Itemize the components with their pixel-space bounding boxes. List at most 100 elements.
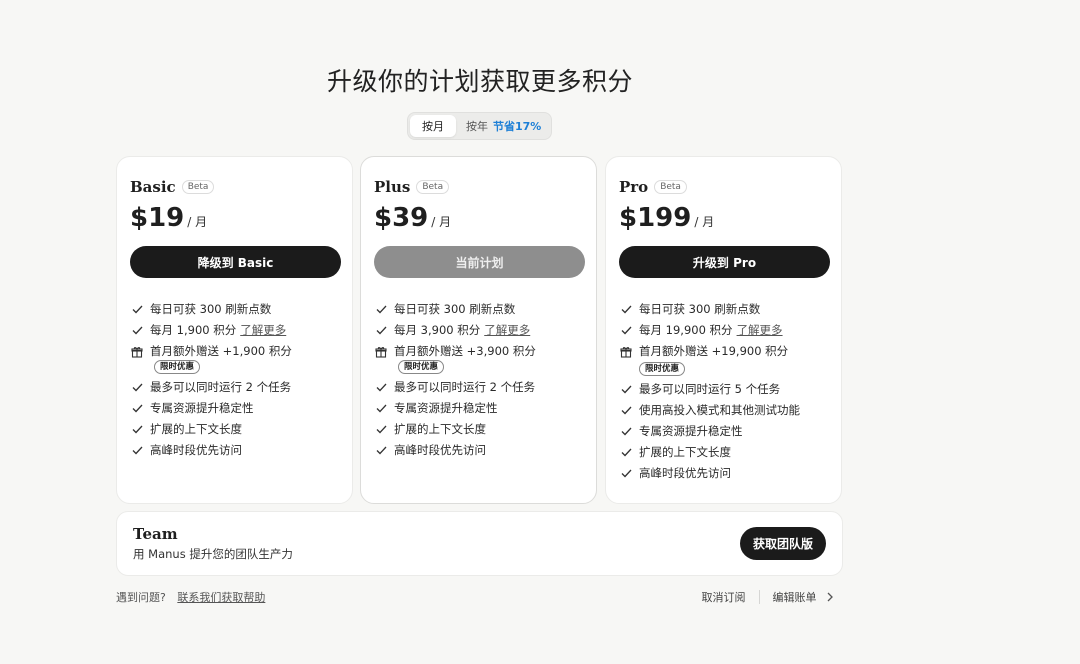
check-icon xyxy=(374,323,388,338)
current-plan-button: 当前计划 xyxy=(374,246,585,278)
feature-item: 专属资源提升稳定性 xyxy=(130,401,339,416)
check-icon xyxy=(130,443,144,458)
check-icon xyxy=(130,380,144,395)
plan-card-plus: Plus Beta $39 / 月 当前计划 每日可获 300 刷新点数 每月 3… xyxy=(360,156,597,504)
feature-label: 每月 1,900 积分 xyxy=(150,323,237,337)
feature-label: 专属资源提升稳定性 xyxy=(394,401,498,415)
feature-label: 每月 3,900 积分 xyxy=(394,323,481,337)
edit-billing-link[interactable]: 编辑账单 xyxy=(773,589,835,605)
gift-icon xyxy=(619,344,633,359)
feature-label: 每日可获 300 刷新点数 xyxy=(150,302,272,316)
feature-text: 每月 3,900 积分 了解更多 xyxy=(394,323,583,338)
feature-item: 最多可以同时运行 2 个任务 xyxy=(130,380,339,395)
beta-badge: Beta xyxy=(181,180,215,194)
check-icon xyxy=(130,323,144,338)
plan-price: $199 xyxy=(619,203,692,233)
check-icon xyxy=(374,380,388,395)
feature-text: 专属资源提升稳定性 xyxy=(394,401,583,416)
feature-item: 专属资源提升稳定性 xyxy=(374,401,583,416)
feature-label: 每日可获 300 刷新点数 xyxy=(394,302,516,316)
feature-label: 使用高投入模式和其他测试功能 xyxy=(639,403,800,417)
footer-actions: 取消订阅 编辑账单 xyxy=(702,589,835,605)
feature-text: 每日可获 300 刷新点数 xyxy=(639,302,828,317)
feature-item: 高峰时段优先访问 xyxy=(130,443,339,458)
beta-badge: Beta xyxy=(416,180,450,194)
learn-more-link[interactable]: 了解更多 xyxy=(737,323,783,337)
beta-badge: Beta xyxy=(654,180,687,194)
feature-list: 每日可获 300 刷新点数 每月 3,900 积分 了解更多 首月额外赠送 +3,90… xyxy=(374,302,583,458)
plan-card-pro: Pro Beta $199 / 月 升级到 Pro 每日可获 300 刷新点数每… xyxy=(605,156,842,504)
plan-name: Plus xyxy=(374,178,411,196)
plan-price: $39 xyxy=(374,203,429,233)
plan-name: Basic xyxy=(130,178,176,196)
feature-label: 每日可获 300 刷新点数 xyxy=(639,302,761,316)
feature-item: 使用高投入模式和其他测试功能 xyxy=(619,403,828,418)
feature-item: 首月额外赠送 +3,900 积分限时优惠 xyxy=(374,344,583,374)
page-title: 升级你的计划获取更多积分 xyxy=(326,67,633,96)
feature-text: 首月额外赠送 +1,900 积分限时优惠 xyxy=(150,344,339,374)
feature-item: 专属资源提升稳定性 xyxy=(619,424,828,439)
gift-icon xyxy=(374,344,388,359)
check-icon xyxy=(130,422,144,437)
feature-label: 扩展的上下文长度 xyxy=(639,445,731,459)
team-plan-name: Team xyxy=(133,525,178,543)
feature-item: 最多可以同时运行 5 个任务 xyxy=(619,382,828,397)
feature-text: 最多可以同时运行 5 个任务 xyxy=(639,382,828,397)
toggle-yearly[interactable]: 按年 节省17% xyxy=(456,115,541,137)
check-icon xyxy=(374,401,388,416)
feature-label: 最多可以同时运行 5 个任务 xyxy=(639,382,781,396)
chevron-right-icon xyxy=(827,592,833,602)
check-icon xyxy=(130,302,144,317)
billing-period-toggle: 按月 按年 节省17% xyxy=(407,112,552,140)
check-icon xyxy=(619,466,633,481)
feature-label: 首月额外赠送 +3,900 积分 xyxy=(394,344,536,358)
feature-item: 每月 1,900 积分 了解更多 xyxy=(130,323,339,338)
plan-name: Pro xyxy=(619,178,649,196)
feature-text: 扩展的上下文长度 xyxy=(150,422,339,437)
check-icon xyxy=(619,382,633,397)
feature-label: 扩展的上下文长度 xyxy=(150,422,242,436)
feature-text: 每月 19,900 积分 了解更多 xyxy=(639,323,828,338)
feature-item: 每日可获 300 刷新点数 xyxy=(130,302,339,317)
feature-label: 每月 19,900 积分 xyxy=(639,323,733,337)
toggle-monthly[interactable]: 按月 xyxy=(410,115,456,137)
limited-offer-badge: 限时优惠 xyxy=(154,360,201,374)
feature-text: 高峰时段优先访问 xyxy=(639,466,828,481)
feature-text: 高峰时段优先访问 xyxy=(150,443,339,458)
feature-text: 专属资源提升稳定性 xyxy=(639,424,828,439)
footer-help: 遇到问题? 联系我们获取帮助 xyxy=(116,589,265,605)
feature-list: 每日可获 300 刷新点数 每月 1,900 积分 了解更多 首月额外赠送 +1,90… xyxy=(130,302,339,458)
feature-label: 高峰时段优先访问 xyxy=(150,443,242,457)
feature-text: 高峰时段优先访问 xyxy=(394,443,583,458)
get-team-button[interactable]: 获取团队版 xyxy=(739,527,826,560)
feature-label: 最多可以同时运行 2 个任务 xyxy=(394,380,536,394)
feature-text: 每日可获 300 刷新点数 xyxy=(150,302,339,317)
feature-text: 专属资源提升稳定性 xyxy=(150,401,339,416)
learn-more-link[interactable]: 了解更多 xyxy=(484,323,530,337)
feature-label: 专属资源提升稳定性 xyxy=(639,424,743,438)
upgrade-pro-button[interactable]: 升级到 Pro xyxy=(619,246,830,278)
limited-offer-badge: 限时优惠 xyxy=(639,362,686,376)
feature-label: 专属资源提升稳定性 xyxy=(150,401,254,415)
feature-text: 首月额外赠送 +3,900 积分限时优惠 xyxy=(394,344,583,374)
check-icon xyxy=(619,323,633,338)
feature-label: 首月额外赠送 +19,900 积分 xyxy=(639,344,789,358)
feature-text: 每日可获 300 刷新点数 xyxy=(394,302,583,317)
feature-item: 扩展的上下文长度 xyxy=(619,445,828,460)
toggle-yearly-label: 按年 xyxy=(466,120,488,133)
downgrade-basic-button[interactable]: 降级到 Basic xyxy=(130,246,341,278)
feature-list: 每日可获 300 刷新点数 每月 19,900 积分 了解更多 首月额外赠送 +19,… xyxy=(619,302,828,481)
check-icon xyxy=(374,443,388,458)
check-icon xyxy=(130,401,144,416)
feature-text: 最多可以同时运行 2 个任务 xyxy=(150,380,339,395)
feature-item: 每月 19,900 积分 了解更多 xyxy=(619,323,828,338)
limited-offer-badge: 限时优惠 xyxy=(398,360,445,374)
cancel-subscription-link[interactable]: 取消订阅 xyxy=(702,589,746,605)
gift-icon xyxy=(130,344,144,359)
question-label: 遇到问题? xyxy=(116,591,166,604)
feature-text: 每月 1,900 积分 了解更多 xyxy=(150,323,339,338)
learn-more-link[interactable]: 了解更多 xyxy=(240,323,286,337)
contact-help-link[interactable]: 联系我们获取帮助 xyxy=(177,591,265,604)
team-plan-card: Team 用 Manus 提升您的团队生产力 获取团队版 xyxy=(116,511,843,576)
feature-item: 扩展的上下文长度 xyxy=(130,422,339,437)
